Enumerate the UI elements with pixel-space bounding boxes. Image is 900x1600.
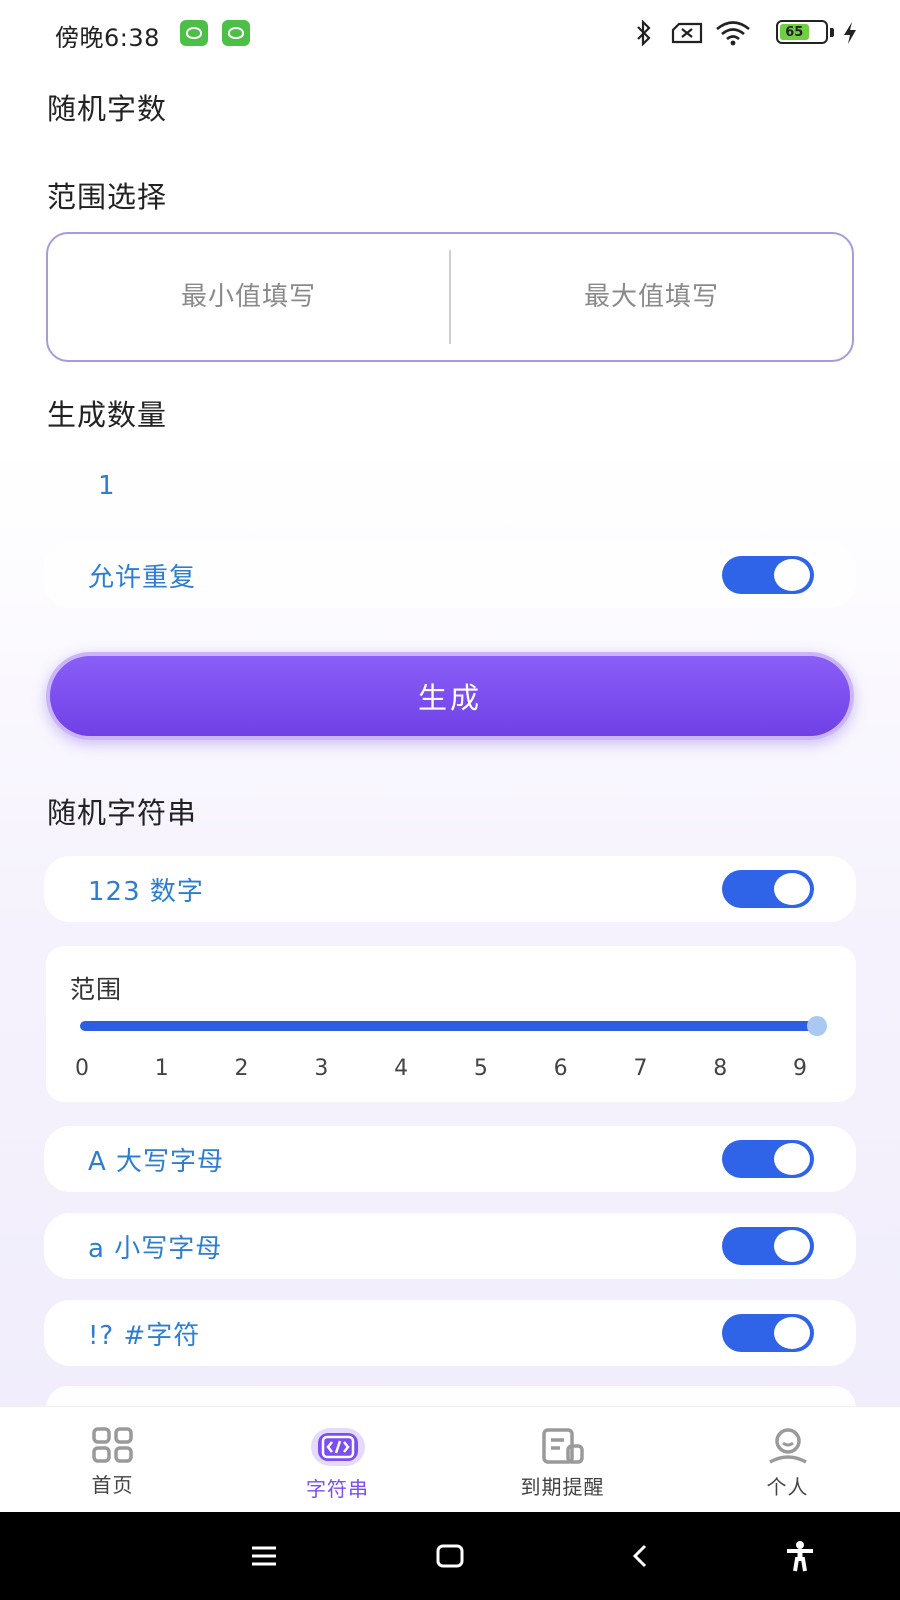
person-icon bbox=[768, 1428, 807, 1464]
code-icon bbox=[310, 1428, 365, 1466]
symbols-label: !? #字符 bbox=[88, 1320, 201, 1351]
symbols-row: !? #字符 bbox=[44, 1300, 856, 1366]
range-tick-label: 7 bbox=[633, 1056, 648, 1081]
digits-switch[interactable] bbox=[722, 870, 814, 908]
random-string-title: 随机字符串 bbox=[47, 796, 198, 830]
battery-icon: 65 bbox=[776, 20, 828, 44]
range-tick-label: 1 bbox=[154, 1056, 169, 1081]
nav-item-string[interactable]: 字符串 bbox=[225, 1407, 450, 1512]
wifi-icon bbox=[714, 20, 752, 46]
range-select-label: 范围选择 bbox=[47, 180, 168, 214]
range-input-group bbox=[46, 232, 854, 362]
range-tick-label: 5 bbox=[473, 1056, 488, 1081]
bottom-nav: 首页 字符串 到期提醒 个人 bbox=[0, 1406, 900, 1512]
range-tick-label: 2 bbox=[234, 1056, 249, 1081]
calendar-note-icon bbox=[541, 1428, 584, 1464]
allow-repeat-label: 允许重复 bbox=[88, 562, 197, 593]
lowercase-switch[interactable] bbox=[722, 1227, 814, 1265]
app-badge-icon bbox=[222, 20, 250, 46]
max-value-input[interactable] bbox=[471, 282, 832, 312]
count-label: 生成数量 bbox=[47, 398, 168, 432]
range-tick-label: 0 bbox=[75, 1056, 89, 1081]
uppercase-label: A 大写字母 bbox=[88, 1146, 225, 1177]
system-nav-bar bbox=[0, 1512, 900, 1600]
nav-label-profile: 个人 bbox=[766, 1475, 809, 1499]
nav-label-reminder: 到期提醒 bbox=[520, 1475, 605, 1499]
sim-card-icon bbox=[670, 20, 704, 46]
grid-icon bbox=[91, 1427, 133, 1463]
range-tick-label: 4 bbox=[394, 1056, 409, 1081]
range-tick-label: 9 bbox=[793, 1056, 807, 1081]
bluetooth-icon bbox=[632, 20, 656, 46]
digits-row: 123 数字 bbox=[44, 856, 856, 922]
min-value-input[interactable] bbox=[68, 282, 429, 312]
allow-repeat-row: 允许重复 bbox=[44, 542, 856, 608]
accessibility-icon[interactable] bbox=[778, 1534, 822, 1578]
range-tick-label: 6 bbox=[553, 1056, 568, 1081]
app-badge-icon bbox=[180, 20, 208, 46]
back-icon[interactable] bbox=[618, 1534, 662, 1578]
allow-repeat-switch[interactable] bbox=[722, 556, 814, 594]
status-bar: 傍晚6:38 65 bbox=[0, 0, 900, 66]
menu-icon[interactable] bbox=[242, 1534, 286, 1578]
lowercase-label: a 小写字母 bbox=[88, 1233, 223, 1264]
nav-item-home[interactable]: 首页 bbox=[0, 1407, 225, 1512]
nav-label-string: 字符串 bbox=[306, 1477, 369, 1501]
range-label: 范围 bbox=[70, 975, 123, 1004]
range-tick-label: 8 bbox=[713, 1056, 728, 1081]
charging-icon bbox=[840, 20, 860, 46]
count-input[interactable] bbox=[98, 464, 798, 508]
lowercase-row: a 小写字母 bbox=[44, 1213, 856, 1279]
range-slider-track[interactable] bbox=[80, 1021, 818, 1031]
symbols-switch[interactable] bbox=[722, 1314, 814, 1352]
nav-item-reminder[interactable]: 到期提醒 bbox=[450, 1407, 675, 1512]
nav-label-home: 首页 bbox=[91, 1473, 134, 1497]
home-icon[interactable] bbox=[428, 1534, 472, 1578]
range-slider-thumb[interactable] bbox=[807, 1016, 827, 1036]
range-tick-label: 3 bbox=[314, 1056, 329, 1081]
random-number-title: 随机字数 bbox=[47, 92, 168, 126]
battery-level: 65 bbox=[780, 24, 809, 40]
uppercase-switch[interactable] bbox=[722, 1140, 814, 1178]
status-time: 傍晚6:38 bbox=[55, 24, 160, 52]
digits-label: 123 数字 bbox=[88, 876, 204, 907]
generate-button[interactable]: 生成 bbox=[46, 652, 854, 740]
uppercase-row: A 大写字母 bbox=[44, 1126, 856, 1192]
nav-item-profile[interactable]: 个人 bbox=[675, 1407, 900, 1512]
